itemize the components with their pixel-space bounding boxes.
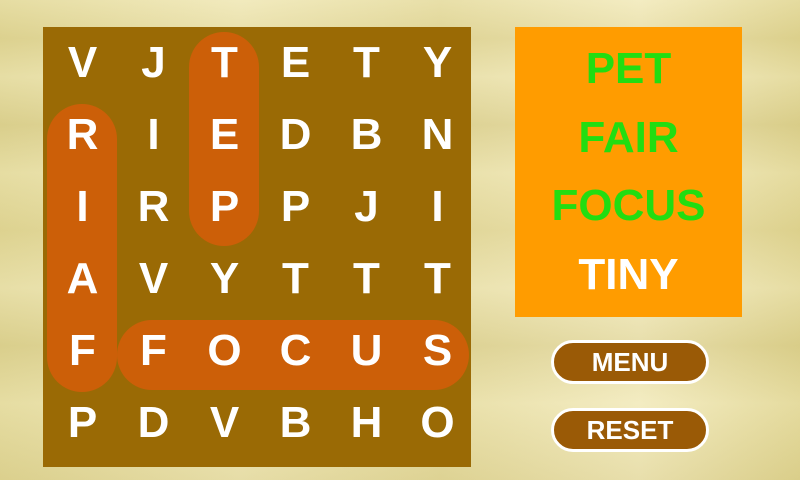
letter-cell[interactable]: O <box>402 387 473 459</box>
letter-cell[interactable]: E <box>260 27 331 99</box>
letter-cell[interactable]: J <box>118 27 189 99</box>
letter-cell[interactable]: V <box>47 27 118 99</box>
letter-cell[interactable]: Y <box>402 27 473 99</box>
letter-cell[interactable]: B <box>260 387 331 459</box>
letter-cell[interactable]: H <box>331 387 402 459</box>
letter-cell[interactable]: D <box>118 387 189 459</box>
letter-cell[interactable]: P <box>189 171 260 243</box>
letter-cell[interactable]: I <box>118 99 189 171</box>
letter-cell[interactable]: S <box>402 315 473 387</box>
letter-cell[interactable]: Y <box>189 243 260 315</box>
letter-cell[interactable]: R <box>118 171 189 243</box>
menu-button[interactable]: MENU <box>551 340 709 384</box>
letter-cell[interactable]: R <box>47 99 118 171</box>
word-list-item-pending: TINY <box>578 249 679 299</box>
letter-cell[interactable]: C <box>260 315 331 387</box>
word-list-item-found: PET <box>585 44 672 94</box>
letter-cell[interactable]: U <box>331 315 402 387</box>
letter-cell[interactable]: T <box>260 243 331 315</box>
word-list-item-found: FAIR <box>578 112 679 162</box>
letter-cell[interactable]: T <box>331 27 402 99</box>
letter-cell[interactable]: A <box>47 243 118 315</box>
letter-grid: V J T E T Y R I E D B N I R P P J I A V … <box>43 27 471 467</box>
letter-grid-board: V J T E T Y R I E D B N I R P P J I A V … <box>43 27 471 467</box>
letter-cell[interactable]: V <box>118 243 189 315</box>
reset-button[interactable]: RESET <box>551 408 709 452</box>
letter-cell[interactable]: N <box>402 99 473 171</box>
letter-cell[interactable]: B <box>331 99 402 171</box>
letter-cell[interactable]: P <box>47 387 118 459</box>
letter-cell[interactable]: T <box>331 243 402 315</box>
letter-cell[interactable]: F <box>118 315 189 387</box>
letter-cell[interactable]: P <box>260 171 331 243</box>
letter-cell[interactable]: T <box>402 243 473 315</box>
letter-cell[interactable]: I <box>47 171 118 243</box>
word-list-panel: PET FAIR FOCUS TINY <box>515 27 742 317</box>
letter-cell[interactable]: F <box>47 315 118 387</box>
letter-cell[interactable]: T <box>189 27 260 99</box>
letter-cell[interactable]: D <box>260 99 331 171</box>
word-list-item-found: FOCUS <box>551 181 706 231</box>
letter-cell[interactable]: J <box>331 171 402 243</box>
letter-cell[interactable]: E <box>189 99 260 171</box>
letter-cell[interactable]: V <box>189 387 260 459</box>
letter-cell[interactable]: I <box>402 171 473 243</box>
letter-cell[interactable]: O <box>189 315 260 387</box>
